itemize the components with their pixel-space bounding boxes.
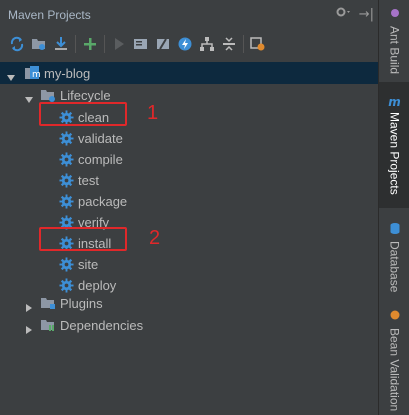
- goal-label: deploy: [78, 277, 117, 293]
- side-tool-strip: Ant Build m Maven Projects Database Bean…: [378, 0, 409, 415]
- maven-projects-panel: Maven Projects →| m my-blog Lifecycle cl…: [0, 0, 378, 415]
- gear-icon: [58, 256, 74, 272]
- add-icon[interactable]: [79, 33, 101, 55]
- goal-label: test: [78, 172, 99, 188]
- annotation-number-1: 1: [147, 102, 159, 124]
- lifecycle-label: Lifecycle: [60, 87, 111, 103]
- maven-icon: m: [388, 95, 401, 110]
- panel-title: Maven Projects: [8, 8, 91, 22]
- lifecycle-goal-test[interactable]: test: [0, 169, 378, 191]
- annotation-box-install: [39, 227, 127, 251]
- gear-icon: [58, 172, 74, 188]
- ant-icon: [389, 4, 401, 23]
- lifecycle-goal-compile[interactable]: compile: [0, 148, 378, 170]
- svg-text:m: m: [32, 70, 40, 80]
- plugins-label: Plugins: [60, 295, 103, 311]
- goal-label: package: [78, 193, 128, 209]
- lifecycle-goal-package[interactable]: package: [0, 190, 378, 212]
- gear-icon: [58, 277, 74, 293]
- gear-icon: [58, 130, 74, 146]
- annotation-box-clean: [39, 102, 127, 126]
- dependencies-folder-icon: [40, 317, 56, 333]
- execute-goal-icon[interactable]: [130, 33, 152, 55]
- database-icon: [389, 219, 401, 238]
- gear-icon[interactable]: [335, 6, 351, 22]
- maven-module-icon: m: [24, 65, 40, 81]
- toolbar-separator: [104, 35, 105, 53]
- settings-icon[interactable]: [247, 33, 269, 55]
- gear-icon: [58, 193, 74, 209]
- tree-root-my-blog[interactable]: m my-blog: [0, 62, 378, 84]
- panel-titlebar: Maven Projects →|: [0, 0, 378, 30]
- annotation-number-2: 2: [149, 227, 161, 249]
- gear-icon: [58, 151, 74, 167]
- tree-node-plugins[interactable]: Plugins: [0, 292, 378, 314]
- tab-bean-validation-label: Bean Validation: [387, 328, 402, 412]
- lifecycle-folder-icon: [40, 87, 56, 103]
- tab-ant-build[interactable]: Ant Build: [379, 2, 409, 76]
- hide-panel-icon[interactable]: →|: [359, 7, 374, 22]
- tab-maven-projects[interactable]: m Maven Projects: [379, 82, 409, 208]
- tree-node-dependencies[interactable]: Dependencies: [0, 314, 378, 336]
- show-dependencies-icon[interactable]: [196, 33, 218, 55]
- expand-arrow-icon[interactable]: [24, 90, 34, 103]
- tree-root-label: my-blog: [44, 65, 91, 81]
- toolbar-separator: [243, 35, 244, 53]
- tab-database-label: Database: [387, 241, 402, 293]
- dependencies-label: Dependencies: [60, 317, 144, 333]
- skip-tests-icon[interactable]: [174, 33, 196, 55]
- toolbar: [0, 30, 378, 58]
- tab-maven-projects-label: Maven Projects: [387, 112, 402, 195]
- goal-label: site: [78, 256, 99, 272]
- download-icon[interactable]: [50, 33, 72, 55]
- tab-ant-build-label: Ant Build: [387, 25, 402, 75]
- toolbar-separator: [75, 35, 76, 53]
- toggle-offline-icon[interactable]: [152, 33, 174, 55]
- bean-icon: [389, 306, 401, 325]
- collapse-all-icon[interactable]: [218, 33, 240, 55]
- reimport-icon[interactable]: [28, 33, 50, 55]
- run-icon[interactable]: [108, 33, 130, 55]
- lifecycle-goal-site[interactable]: site: [0, 253, 378, 275]
- expand-arrow-icon[interactable]: [6, 68, 16, 81]
- title-tools: →|: [335, 6, 374, 22]
- tab-database[interactable]: Database: [379, 219, 409, 293]
- lifecycle-goal-validate[interactable]: validate: [0, 127, 378, 149]
- goal-label: validate: [78, 130, 123, 146]
- plugins-folder-icon: [40, 295, 56, 311]
- refresh-icon[interactable]: [6, 33, 28, 55]
- goal-label: compile: [78, 151, 123, 167]
- collapse-arrow-icon[interactable]: [24, 298, 34, 312]
- collapse-arrow-icon[interactable]: [24, 320, 34, 334]
- tab-bean-validation[interactable]: Bean Validation: [379, 306, 409, 412]
